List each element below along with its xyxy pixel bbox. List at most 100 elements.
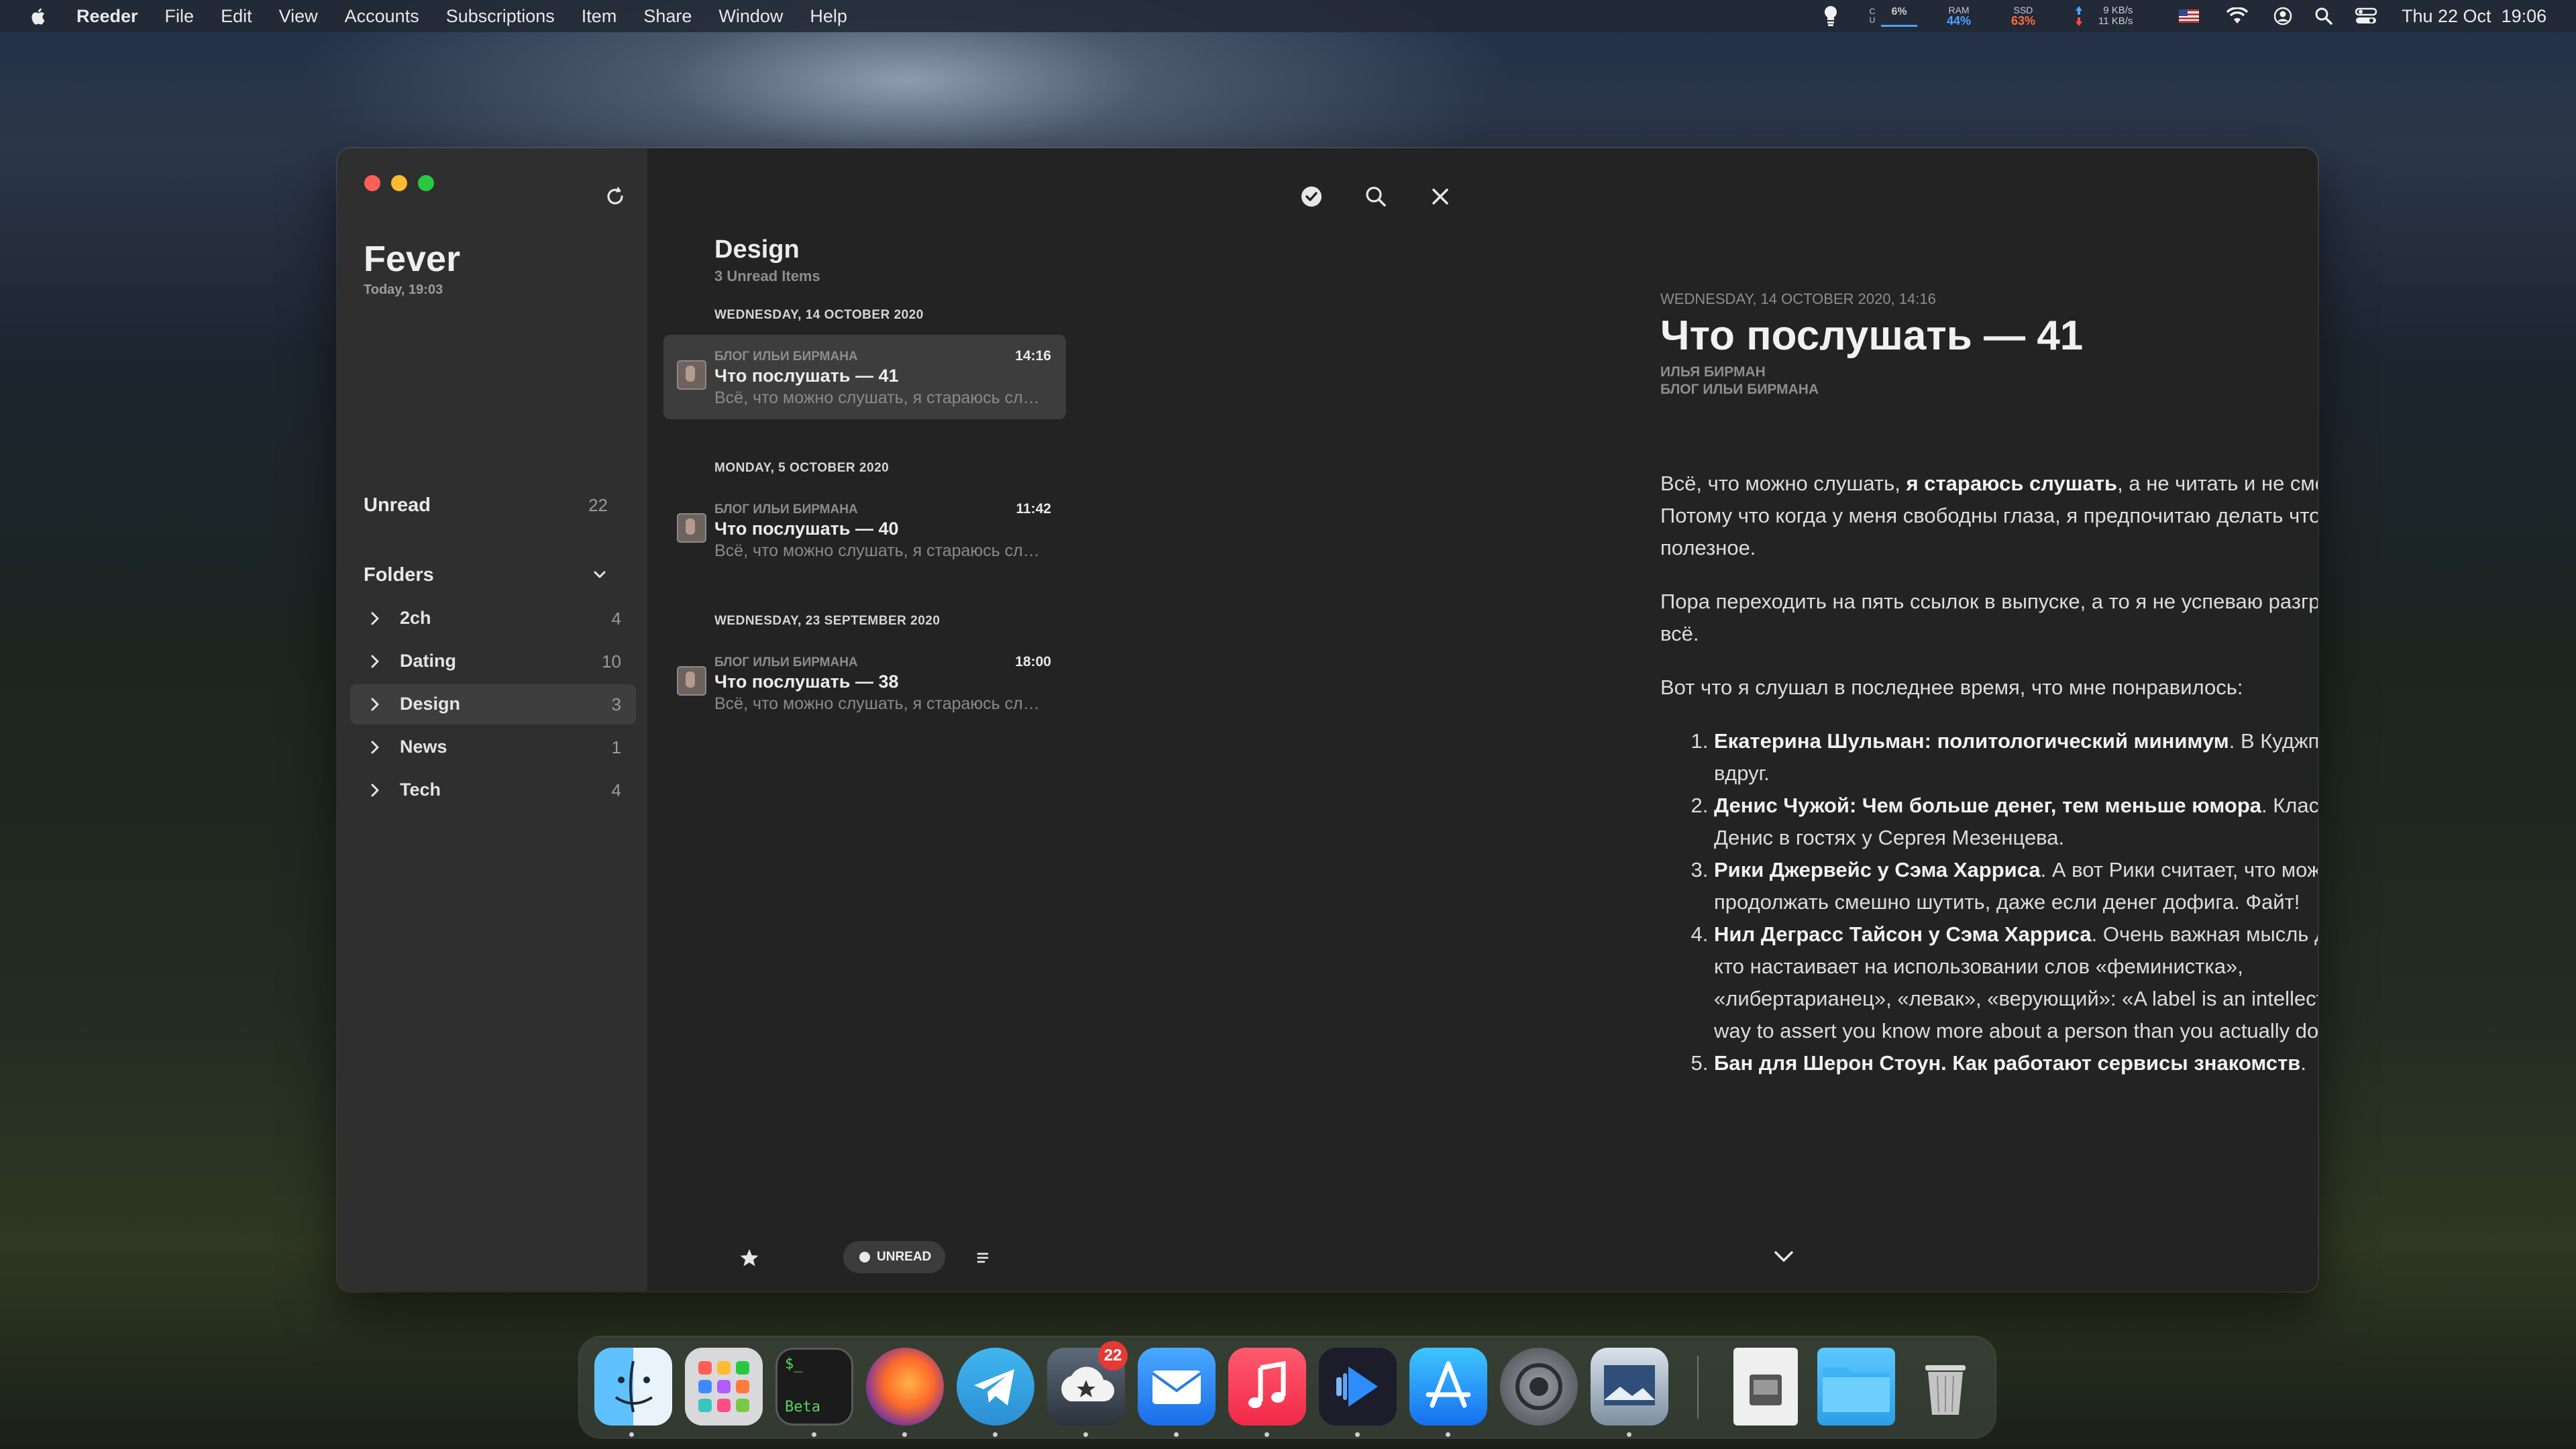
sidebar-item-dating[interactable]: Dating 10 xyxy=(350,641,636,682)
lightbulb-icon[interactable] xyxy=(1822,0,1839,32)
list-item: Нил Деграсс Тайсон у Сэма Харриса. Очень… xyxy=(1714,918,2318,1047)
all-items-filter-icon[interactable] xyxy=(968,1243,998,1273)
p1-text: Всё, что можно слушать, xyxy=(1660,472,1907,495)
scroll-down-chevron-icon[interactable] xyxy=(1769,1242,1799,1271)
clock[interactable]: Thu 22 Oct 19:06 xyxy=(2402,0,2546,32)
menu-edit[interactable]: Edit xyxy=(221,6,252,27)
folder-label: 2ch xyxy=(400,608,431,628)
net-down: 11 KB/s xyxy=(2098,15,2133,27)
unread-dot-icon xyxy=(859,1252,870,1263)
zoom-window-button[interactable] xyxy=(418,175,434,191)
close-window-button[interactable] xyxy=(364,175,380,191)
date-header: WEDNESDAY, 23 SEPTEMBER 2020 xyxy=(714,614,941,628)
list-item: Рики Джервейс у Сэма Харриса. А вот Рики… xyxy=(1714,854,2318,918)
menu-window[interactable]: Window xyxy=(718,6,783,27)
system-preferences-icon[interactable] xyxy=(1500,1348,1578,1426)
menu-view[interactable]: View xyxy=(279,6,318,27)
mail-icon[interactable] xyxy=(1138,1348,1216,1426)
downloads-folder-icon[interactable] xyxy=(1817,1348,1895,1426)
close-icon[interactable] xyxy=(1426,182,1455,211)
article-author[interactable]: ИЛЬЯ БИРМАН xyxy=(1660,364,1766,380)
network-monitor[interactable]: 9 KB/s 11 KB/s xyxy=(2074,0,2133,32)
sidebar-item-design[interactable]: Design 3 xyxy=(350,684,636,724)
ram-label: RAM xyxy=(1948,5,1970,15)
article-list-pane: Design 3 Unread Items WEDNESDAY, 14 OCTO… xyxy=(647,148,1448,1291)
apple-logo-icon[interactable] xyxy=(28,5,50,27)
menu-accounts[interactable]: Accounts xyxy=(345,6,419,27)
document-icon[interactable] xyxy=(1733,1348,1798,1426)
finder-icon[interactable] xyxy=(594,1348,672,1426)
folder-label: Design xyxy=(400,694,461,714)
entry-summary: Всё, что можно слушать, я стараюсь слуша… xyxy=(714,388,1043,407)
list-item-entry[interactable]: БЛОГ ИЛЬИ БИРМАНА 18:00 Что послушать — … xyxy=(663,641,1066,725)
chevron-right-icon xyxy=(371,655,379,668)
entry-title: Что послушать — 38 xyxy=(714,672,899,692)
running-indicator xyxy=(1174,1432,1179,1437)
menu-app-reeder[interactable]: Reeder xyxy=(76,6,138,27)
wifi-icon[interactable] xyxy=(2226,0,2249,32)
ram-monitor[interactable]: RAM 44% xyxy=(1947,0,1971,32)
list-item-link[interactable]: Рики Джервейс у Сэма Харриса xyxy=(1714,858,2041,881)
preview-icon[interactable] xyxy=(1591,1348,1668,1426)
music-icon[interactable] xyxy=(1228,1348,1306,1426)
unread-filter-label: UNREAD xyxy=(877,1250,932,1264)
menu-subscriptions[interactable]: Subscriptions xyxy=(446,6,555,27)
launchpad-icon[interactable] xyxy=(685,1348,763,1426)
running-indicator xyxy=(1083,1432,1088,1437)
list-subtitle: 3 Unread Items xyxy=(714,268,820,284)
cpu-monitor[interactable]: CU 6% xyxy=(1869,0,1917,32)
list-item-link[interactable]: Денис Чужой: Чем больше денег, тем меньш… xyxy=(1714,794,2261,817)
cpu-graph xyxy=(1881,24,1917,27)
unread-filter-button[interactable]: UNREAD xyxy=(843,1241,945,1273)
reeder-star-icon[interactable]: 22 xyxy=(1047,1341,1128,1426)
starred-filter-icon[interactable] xyxy=(735,1243,764,1273)
running-indicator xyxy=(812,1432,816,1437)
list-item-link[interactable]: Екатерина Шульман: политологический мини… xyxy=(1714,729,2229,753)
minimize-window-button[interactable] xyxy=(391,175,407,191)
list-item-link[interactable]: Нил Деграсс Тайсон у Сэма Харриса xyxy=(1714,922,2092,946)
running-indicator xyxy=(1446,1432,1450,1437)
folder-label: Tech xyxy=(400,780,441,800)
net-up: 9 KB/s xyxy=(2103,5,2133,16)
list-item: Денис Чужой: Чем больше денег, тем меньш… xyxy=(1714,790,2318,854)
us-flag-icon[interactable] xyxy=(2179,0,2199,32)
folder-count: 1 xyxy=(611,737,621,757)
folders-section-header[interactable]: Folders xyxy=(364,555,624,595)
menu-file[interactable]: File xyxy=(165,6,195,27)
running-indicator xyxy=(902,1432,907,1437)
chevron-right-icon xyxy=(371,612,379,625)
list-item-entry[interactable]: БЛОГ ИЛЬИ БИРМАНА 14:16 Что послушать — … xyxy=(663,335,1066,419)
entry-feed: БЛОГ ИЛЬИ БИРМАНА xyxy=(714,502,858,517)
sidebar-item-unread[interactable]: Unread 22 xyxy=(364,485,624,525)
search-icon[interactable] xyxy=(1361,182,1391,211)
sidebar-item-news[interactable]: News 1 xyxy=(350,727,636,767)
ssd-value: 63% xyxy=(2011,14,2036,28)
terminal-icon[interactable]: $_ Beta xyxy=(775,1348,853,1426)
list-item-link[interactable]: Бан для Шерон Стоун. Как работают сервис… xyxy=(1714,1051,2300,1075)
menu-share[interactable]: Share xyxy=(643,6,692,27)
refresh-icon[interactable] xyxy=(600,182,630,211)
control-center-icon[interactable] xyxy=(2355,0,2377,32)
telegram-icon[interactable] xyxy=(957,1348,1034,1426)
cpu-value: 6% xyxy=(1891,5,1907,17)
spotlight-search-icon[interactable] xyxy=(2314,0,2333,32)
ssd-monitor[interactable]: SSD 63% xyxy=(2011,0,2035,32)
sidebar-item-tech[interactable]: Tech 4 xyxy=(350,770,636,810)
sidebar: Fever Today, 19:03 Unread 22 Folders 2ch… xyxy=(337,148,647,1291)
sidebar-item-2ch[interactable]: 2ch 4 xyxy=(350,598,636,639)
app-store-icon[interactable] xyxy=(1409,1348,1487,1426)
article-feed[interactable]: БЛОГ ИЛЬИ БИРМАНА xyxy=(1660,382,1819,398)
list-item-entry[interactable]: БЛОГ ИЛЬИ БИРМАНА 11:42 Что послушать — … xyxy=(663,488,1066,572)
list-item: Бан для Шерон Стоун. Как работают сервис… xyxy=(1714,1047,2318,1079)
running-indicator xyxy=(1627,1432,1631,1437)
trash-icon[interactable] xyxy=(1907,1348,1984,1426)
user-account-icon[interactable] xyxy=(2273,0,2293,32)
menu-item[interactable]: Item xyxy=(582,6,617,27)
list-item-text: . xyxy=(2300,1051,2306,1075)
infuse-player-icon[interactable] xyxy=(1319,1348,1397,1426)
firefox-icon[interactable] xyxy=(866,1348,944,1426)
entry-summary: Всё, что можно слушать, я стараюсь слуша… xyxy=(714,694,1043,713)
date-header: MONDAY, 5 OCTOBER 2020 xyxy=(714,461,890,475)
mark-all-read-icon[interactable] xyxy=(1297,182,1326,211)
menu-help[interactable]: Help xyxy=(810,6,847,27)
